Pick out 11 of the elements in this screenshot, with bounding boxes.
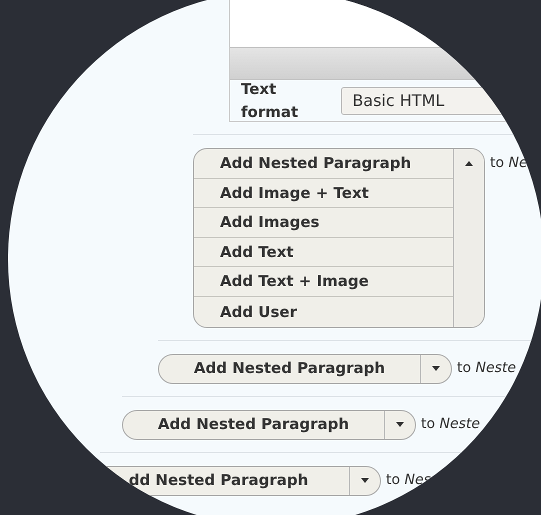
target-text: to Neste — [457, 359, 516, 378]
add-paragraph-button[interactable]: Add Nested Paragraph — [122, 410, 416, 440]
collapse-arrow-icon — [465, 161, 474, 166]
expand-arrow-icon — [396, 422, 404, 428]
target-text: to Neste — [421, 415, 480, 434]
text-format-label: Text format — [241, 79, 300, 122]
dropdown-toggle[interactable] — [453, 149, 484, 327]
dropdown-item[interactable]: Add User — [194, 296, 454, 327]
add-paragraph-button[interactable]: Add Nested Paragraph — [158, 354, 452, 384]
expand-arrow-icon — [361, 478, 369, 484]
expand-arrow-icon — [432, 366, 440, 372]
